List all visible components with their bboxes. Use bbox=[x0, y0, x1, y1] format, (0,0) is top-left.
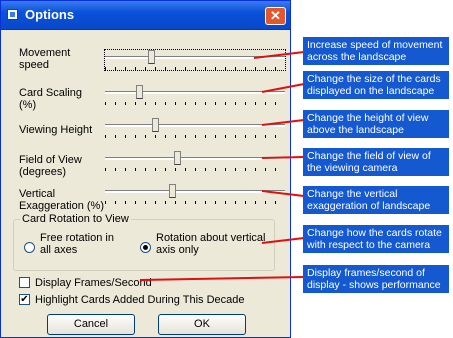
pointer-line bbox=[261, 190, 305, 197]
callout-movement-speed: Increase speed of movement across the la… bbox=[303, 37, 449, 65]
callout-vertical-exaggeration: Change the vertical exaggeration of land… bbox=[303, 186, 449, 214]
pointer-line bbox=[261, 237, 305, 244]
pointer-line bbox=[253, 51, 305, 59]
callout-field-of-view: Change the field of view of the viewing … bbox=[303, 148, 449, 176]
pointer-line bbox=[261, 156, 305, 159]
pointer-line bbox=[261, 83, 305, 93]
callout-viewing-height: Change the height of view above the land… bbox=[303, 110, 449, 138]
callout-display-frames: Display frames/second of display - shows… bbox=[303, 265, 449, 293]
pointer-line bbox=[261, 119, 305, 126]
callout-card-scaling: Change the size of the cards displayed o… bbox=[303, 71, 449, 99]
pointer-line bbox=[139, 276, 305, 281]
callout-card-rotation: Change how the cards rotate with respect… bbox=[303, 225, 449, 253]
